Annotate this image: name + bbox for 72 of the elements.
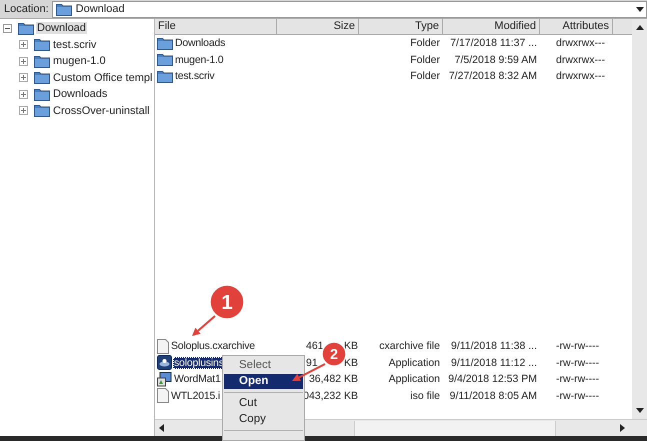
modified-date: 9/11/2018 11:38 ...: [450, 340, 538, 352]
file-attributes: drwxrwx---: [555, 37, 606, 50]
tree-item[interactable]: Download: [36, 22, 87, 34]
file-type: cxarchive file: [378, 340, 441, 352]
file-type: Application: [388, 373, 441, 386]
column-header[interactable]: Attributes: [540, 19, 613, 34]
folder-icon: [34, 88, 50, 101]
column-header[interactable]: File: [155, 19, 277, 34]
menu-item[interactable]: Cut: [224, 396, 303, 412]
file-attributes: -rw-rw----: [555, 390, 600, 402]
tree-item[interactable]: test.scriv: [52, 38, 98, 51]
file-type: Application: [388, 356, 441, 369]
file-type: Folder: [409, 37, 441, 50]
scroll-left-icon: [159, 424, 164, 432]
folder-icon: [157, 36, 173, 50]
folder-icon: [18, 22, 34, 35]
application-icon: [157, 372, 172, 387]
expand-icon[interactable]: [18, 90, 28, 99]
folder-icon: [34, 104, 50, 118]
modified-date: 9/11/2018 8:05 AM: [448, 390, 538, 402]
expand-icon[interactable]: [18, 106, 28, 116]
file-name[interactable]: WTL2015.i: [170, 390, 221, 402]
tree-item[interactable]: Custom Office templ: [52, 72, 154, 84]
location-field[interactable]: Download: [52, 0, 647, 18]
file-attributes: -rw-rw----: [555, 356, 600, 369]
tree-item[interactable]: Downloads: [52, 88, 108, 100]
file-size: 461: [306, 340, 324, 352]
scroll-down-icon: [636, 408, 644, 413]
expand-icon[interactable]: [18, 40, 28, 50]
file-type: Folder: [409, 70, 441, 82]
modified-date: 9/4/2018 12:53 PM: [447, 373, 538, 386]
modified-date: 9/11/2018 11:12 ...: [450, 356, 538, 369]
scroll-up-icon: [636, 24, 644, 30]
column-header[interactable]: Size: [277, 19, 359, 34]
modified-date: 7/5/2018 9:59 AM: [454, 54, 538, 66]
scrollbar-thumb[interactable]: [354, 420, 556, 436]
file-name[interactable]: WordMat1: [173, 373, 222, 386]
arrow: [192, 315, 216, 336]
tree-item[interactable]: CrossOver-uninstall: [52, 104, 151, 117]
file-attributes: drwxrwx---: [555, 70, 606, 82]
expand-icon[interactable]: [18, 73, 28, 82]
collapse-icon[interactable]: [2, 24, 12, 33]
folder-icon: [34, 71, 50, 84]
expand-icon[interactable]: [18, 56, 28, 66]
file-attributes: -rw-rw----: [555, 373, 600, 386]
dropdown-arrow-icon: [636, 6, 644, 12]
scroll-right-icon: [620, 424, 625, 432]
file-attributes: drwxrwx---: [555, 54, 606, 66]
folder-icon: [157, 70, 173, 83]
folder-icon: [157, 53, 173, 66]
file-size: 91: [306, 356, 318, 369]
file-name[interactable]: soloplusins: [173, 356, 225, 369]
menu-item[interactable]: Open: [224, 374, 303, 389]
file-name[interactable]: mugen-1.0: [174, 54, 224, 66]
menu-item[interactable]: Copy: [224, 412, 303, 427]
tree-item[interactable]: mugen-1.0: [52, 55, 107, 68]
folder-icon: [34, 38, 50, 52]
file-type: iso file: [409, 390, 441, 402]
file-size: 36,482 KB: [308, 373, 358, 386]
location-label: Location:: [3, 3, 50, 15]
file-type: Folder: [409, 54, 441, 66]
folder-icon: [34, 54, 50, 68]
modified-date: 7/17/2018 11:37 ...: [449, 37, 538, 50]
file-name[interactable]: Downloads: [174, 37, 226, 50]
column-header[interactable]: Type: [359, 19, 443, 34]
column-header[interactable]: Modified: [443, 19, 540, 34]
file-name[interactable]: Soloplus.cxarchive: [170, 340, 256, 352]
modified-date: 7/27/2018 8:32 AM: [448, 70, 538, 82]
folder-icon: [56, 2, 72, 16]
callout-badge: 1: [209, 284, 245, 320]
file-name[interactable]: test.scriv: [174, 70, 216, 82]
file-attributes: -rw-rw----: [555, 340, 600, 352]
